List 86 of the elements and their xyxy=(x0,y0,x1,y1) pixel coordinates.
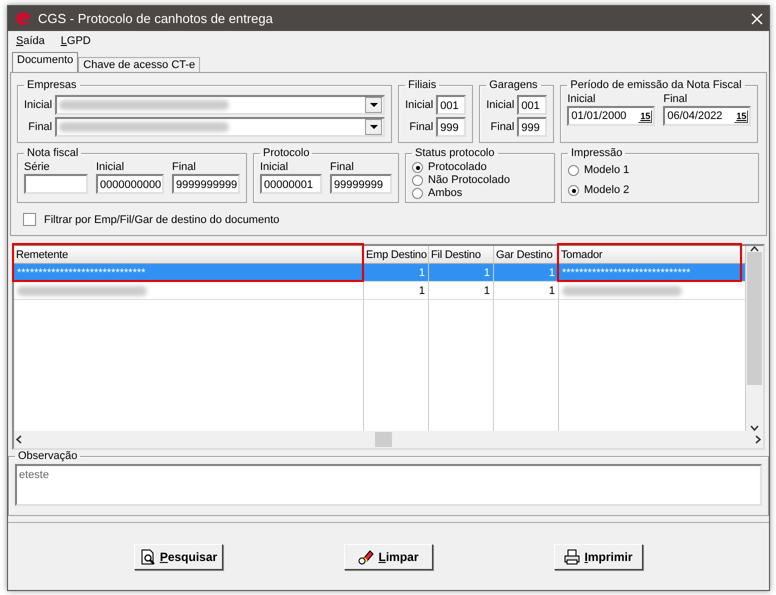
column-header[interactable]: Tomador xyxy=(559,246,746,264)
field-label: Final xyxy=(409,121,434,133)
scroll-down-icon xyxy=(750,425,759,431)
column-header[interactable]: Emp Destino xyxy=(364,246,429,264)
action-button[interactable]: Imprimir xyxy=(554,544,643,570)
input-field[interactable]: 001 xyxy=(436,95,466,115)
app-logo-icon xyxy=(14,10,32,26)
input-field[interactable] xyxy=(24,174,88,194)
scroll-thumb[interactable] xyxy=(375,432,392,447)
option-label: Ambos xyxy=(428,187,462,200)
checkbox[interactable] xyxy=(23,213,36,226)
date-field[interactable]: 01/01/2000 15 xyxy=(567,106,656,126)
column-header[interactable]: Gar Destino xyxy=(494,246,559,264)
group-title: Protocolo xyxy=(262,147,310,159)
horizontal-scrollbar[interactable] xyxy=(14,431,763,448)
window-title: CGS - Protocolo de canhotos de entrega xyxy=(38,11,274,26)
radio-button[interactable] xyxy=(568,165,579,176)
option-label: Não Protocolado xyxy=(428,174,510,187)
menu-item[interactable]: LGPD xyxy=(60,35,91,47)
field-label: Final xyxy=(663,93,688,105)
calendar-button[interactable]: 15 xyxy=(734,110,748,122)
text-area[interactable]: eteste xyxy=(15,464,762,506)
dropdown-arrow-icon xyxy=(370,125,378,129)
input-field[interactable]: 001 xyxy=(517,95,548,115)
option-label: Modelo 1 xyxy=(584,164,630,177)
group-title: Status protocolo xyxy=(414,147,496,159)
field-label: Final xyxy=(330,161,355,173)
input-field[interactable]: 00000001 xyxy=(260,174,322,194)
group-title: Período de emissão da Nota Fiscal xyxy=(569,79,743,91)
eraser-icon xyxy=(358,548,374,564)
column-header[interactable]: Fil Destino xyxy=(429,246,494,264)
option-label: Modelo 2 xyxy=(584,184,630,197)
input-field[interactable]: 99999999 xyxy=(330,174,392,194)
field-label: Inicial xyxy=(486,99,514,111)
printer-icon xyxy=(564,548,580,564)
field-label: Inicial xyxy=(260,161,290,173)
field-label: Inicial xyxy=(24,99,52,111)
date-field[interactable]: 06/04/2022 15 xyxy=(663,106,752,126)
input-field[interactable]: 999 xyxy=(436,117,466,137)
group-title: Filiais xyxy=(407,79,438,91)
field-label: Inicial xyxy=(96,161,126,173)
column-header[interactable]: Remetente xyxy=(14,246,364,264)
table-cell: 1 xyxy=(494,282,559,300)
combo-box[interactable] xyxy=(55,95,386,115)
input-field[interactable]: 0000000000 xyxy=(96,174,164,194)
vertical-scrollbar[interactable] xyxy=(746,246,763,431)
action-button[interactable]: Pesquisar xyxy=(134,544,223,570)
combo-box[interactable] xyxy=(55,117,386,137)
tab[interactable]: Chave de acesso CT-e xyxy=(78,57,200,72)
dropdown-arrow-icon xyxy=(370,103,378,107)
group-title: Nota fiscal xyxy=(26,147,80,159)
group-title: Impressão xyxy=(570,147,624,159)
table-cell: 1 xyxy=(429,264,494,282)
field-label: Série xyxy=(24,161,51,173)
close-icon xyxy=(751,12,763,24)
table-cell: 1 xyxy=(494,264,559,282)
scroll-right-icon xyxy=(755,435,761,444)
group-title: Empresas xyxy=(26,79,78,91)
field-label: Final xyxy=(28,121,52,133)
radio-button[interactable] xyxy=(412,188,423,199)
scroll-up-icon xyxy=(750,246,759,252)
radio-button[interactable] xyxy=(412,175,423,186)
field-label: Inicial xyxy=(567,93,596,105)
field-label: Final xyxy=(172,161,197,173)
checkbox-label: Filtrar por Emp/Fil/Gar de destino do documento xyxy=(44,214,280,226)
radio-button[interactable] xyxy=(412,162,423,173)
input-field[interactable]: 9999999999 xyxy=(172,174,240,194)
calendar-button[interactable]: 15 xyxy=(638,110,652,122)
radio-button[interactable] xyxy=(568,185,579,196)
table-cell: 1 xyxy=(364,264,429,282)
table-cell: 1 xyxy=(429,282,494,300)
group-title: Observação xyxy=(17,450,78,462)
action-button[interactable]: Limpar xyxy=(344,544,433,570)
scroll-left-icon xyxy=(16,435,22,444)
date-value: 06/04/2022 xyxy=(667,109,722,124)
date-value: 01/01/2000 xyxy=(571,109,626,124)
tab[interactable]: Documento xyxy=(12,52,78,72)
input-field[interactable]: 999 xyxy=(517,117,548,137)
field-label: Inicial xyxy=(405,99,434,111)
option-label: Protocolado xyxy=(428,161,487,174)
field-label: Final xyxy=(490,121,514,133)
group-title: Garagens xyxy=(488,79,539,91)
menu-item[interactable]: Saída xyxy=(16,35,45,47)
magnifier-document-icon xyxy=(140,548,156,564)
scroll-thumb[interactable] xyxy=(747,252,762,385)
table-cell: 1 xyxy=(364,282,429,300)
